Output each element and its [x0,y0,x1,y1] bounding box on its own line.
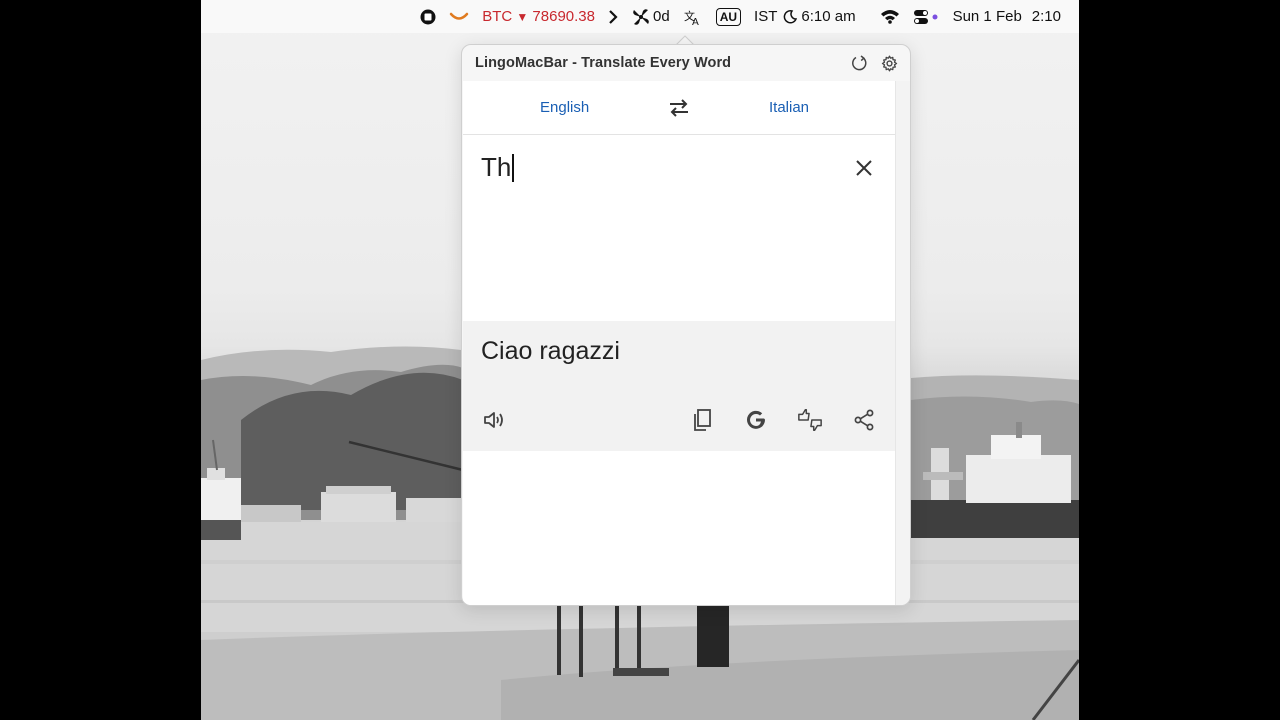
source-text-input[interactable]: Th [463,136,895,321]
popover-title: LingoMacBar - Translate Every Word [475,55,732,71]
translator-popover: LingoMacBar - Translate Every Word Engli… [461,44,911,606]
fan-icon [631,7,651,27]
copy-icon[interactable] [689,407,715,433]
smile-icon[interactable] [449,11,469,23]
input-text-wrapper: Th [481,152,514,183]
source-language-button[interactable]: English [540,99,589,116]
timer-value: 0d [653,8,670,25]
wifi-icon[interactable] [880,9,900,24]
svg-text:A: A [692,17,699,26]
moon-icon [783,9,798,24]
refresh-icon[interactable] [850,54,868,72]
date-label[interactable]: Sun 1 Feb [953,8,1022,25]
text-caret [512,153,514,182]
btc-value: 78690.38 [532,8,595,25]
popover-actions [850,54,898,72]
gear-icon[interactable] [880,54,898,72]
letterbox-left [0,0,201,720]
scrollbar[interactable] [895,81,910,605]
btc-label: BTC [482,8,513,25]
popover-header: LingoMacBar - Translate Every Word [462,45,910,81]
menu-bar: BTC ▼ 78690.38 0d 文A AU IST 6:10 am Sun … [201,0,1079,33]
keyboard-layout[interactable]: AU [715,7,742,26]
world-clock[interactable]: IST 6:10 am [754,8,856,25]
translation-result: Ciao ragazzi [463,321,895,451]
letterbox-right [1079,0,1280,720]
translator-panel: English Italian Th Ciao ragazzi [463,81,895,605]
btc-down-arrow: ▼ [516,9,529,24]
language-selector: English Italian [463,81,895,135]
record-icon[interactable] [420,9,436,25]
timezone-time: 6:10 am [801,8,856,25]
thumbs-feedback-icon[interactable] [797,407,823,433]
control-center-icon[interactable] [913,9,939,25]
translate-icon[interactable]: 文A [683,8,703,26]
share-icon[interactable] [851,407,877,433]
btc-ticker[interactable]: BTC ▼ 78690.38 [482,8,595,25]
target-language-button[interactable]: Italian [769,99,809,116]
timezone-label: IST [754,8,778,25]
close-icon[interactable] [853,157,875,179]
google-icon[interactable] [743,407,769,433]
swap-icon[interactable] [667,97,691,119]
translation-text: Ciao ragazzi [481,337,620,365]
chevron-right-icon[interactable] [608,9,618,24]
clock-time[interactable]: 2:10 [1032,8,1061,25]
input-text: Th [481,152,512,182]
fan-timer[interactable]: 0d [631,7,670,27]
speaker-icon[interactable] [481,407,507,433]
